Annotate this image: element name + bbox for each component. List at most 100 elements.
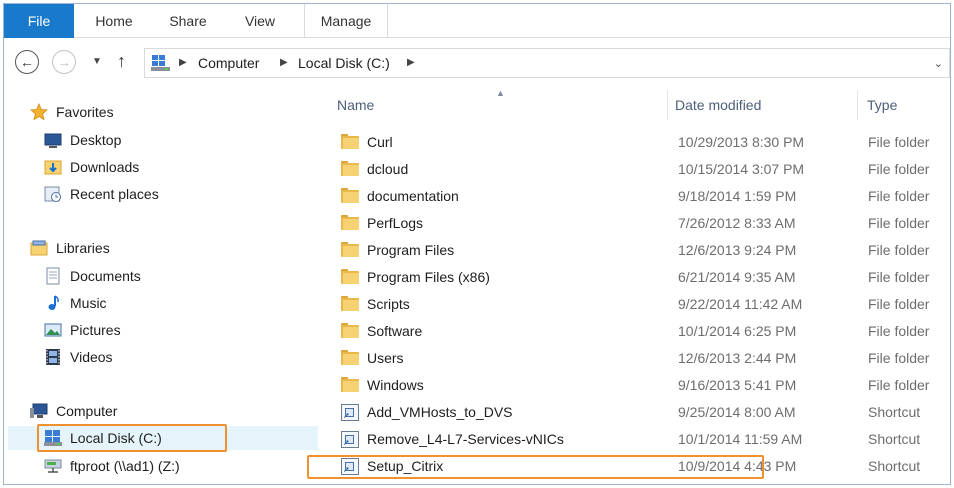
navigation-bar: ← → ▼ ↑ ▶ Computer ▶ Local Disk (C:) ▶ ⌄	[4, 44, 950, 80]
file-name: Remove_L4-L7-Services-vNICs	[367, 431, 564, 447]
file-type: File folder	[868, 242, 930, 258]
breadcrumb-computer[interactable]: Computer	[198, 55, 259, 71]
recent-places-icon	[44, 186, 61, 202]
nav-item-ftproot[interactable]: ftproot (\\ad1) (Z:)	[44, 454, 284, 478]
file-date-modified: 10/29/2013 8:30 PM	[678, 134, 805, 150]
file-date-modified: 10/15/2014 3:07 PM	[678, 161, 805, 177]
file-name: Curl	[367, 134, 393, 150]
file-date-modified: 10/1/2014 11:59 AM	[678, 431, 803, 447]
music-icon	[48, 295, 59, 310]
nav-libraries[interactable]: Libraries	[30, 236, 230, 260]
file-name: Scripts	[367, 296, 410, 312]
tab-file[interactable]: File	[4, 4, 74, 38]
address-history-dropdown[interactable]: ⌄	[934, 57, 943, 70]
file-row[interactable]: documentation 9/18/2014 1:59 PM File folde…	[322, 183, 950, 210]
column-divider[interactable]	[857, 90, 858, 120]
column-header-date-modified[interactable]: Date modified	[675, 90, 761, 120]
nav-item-recent-places[interactable]: Recent places	[44, 182, 244, 206]
file-name: Users	[367, 350, 404, 366]
tab-manage[interactable]: Manage	[304, 4, 388, 38]
nav-item-music[interactable]: Music	[44, 291, 244, 315]
file-name: Add_VMHosts_to_DVS	[367, 404, 513, 420]
file-date-modified: 9/16/2013 5:41 PM	[678, 377, 797, 393]
explorer-window: File Home Share View Manage ← → ▼ ↑ ▶ Co…	[3, 3, 951, 485]
documents-icon	[46, 267, 60, 285]
file-type: File folder	[868, 215, 930, 231]
nav-item-documents[interactable]: Documents	[44, 264, 244, 288]
file-date-modified: 12/6/2013 9:24 PM	[678, 242, 797, 258]
file-row[interactable]: Curl 10/29/2013 8:30 PM File folder	[322, 129, 950, 156]
file-name: Program Files	[367, 242, 455, 258]
navigation-pane: Favorites Desktop Downloads Recent place…	[4, 90, 322, 484]
videos-icon	[46, 349, 60, 365]
nav-favorites[interactable]: Favorites	[30, 100, 230, 124]
ribbon: File Home Share View Manage	[4, 4, 950, 38]
file-type: Shortcut	[868, 431, 921, 447]
file-row[interactable]: dcloud 10/15/2014 3:07 PM File folder	[322, 156, 950, 183]
file-name: documentation	[367, 188, 459, 204]
chevron-right-icon[interactable]: ▶	[179, 57, 187, 68]
nav-label: Documents	[70, 268, 141, 284]
folder-icon	[341, 296, 359, 313]
file-row[interactable]: Scripts 9/22/2014 11:42 AM File folder	[322, 291, 950, 318]
file-type: File folder	[868, 296, 930, 312]
folder-icon	[341, 269, 359, 286]
nav-item-videos[interactable]: Videos	[44, 345, 244, 369]
nav-computer[interactable]: Computer	[30, 399, 230, 423]
chevron-right-icon[interactable]: ▶	[280, 57, 288, 68]
tab-share[interactable]: Share	[156, 4, 220, 38]
nav-label: Computer	[56, 403, 118, 419]
file-row[interactable]: Program Files (x86) 6/21/2014 9:35 AM File…	[322, 264, 950, 291]
shortcut-icon: ➚	[341, 404, 359, 421]
file-date-modified: 9/18/2014 1:59 PM	[678, 188, 797, 204]
chevron-down-icon: ▼	[92, 56, 102, 67]
file-row[interactable]: ➚ Add_VMHosts_to_DVS 9/25/2014 8:00 AM Shor…	[322, 399, 950, 426]
shortcut-icon: ➚	[341, 431, 359, 448]
file-row[interactable]: Users 12/6/2013 2:44 PM File folder	[322, 345, 950, 372]
file-row[interactable]: Program Files 12/6/2013 9:24 PM File folde…	[322, 237, 950, 264]
file-date-modified: 12/6/2013 2:44 PM	[678, 350, 797, 366]
file-date-modified: 10/1/2014 6:25 PM	[678, 323, 797, 339]
file-name: dcloud	[367, 161, 409, 177]
recent-locations-button[interactable]: ▼	[92, 56, 102, 67]
downloads-folder-icon	[44, 160, 62, 175]
nav-label: Recent places	[70, 186, 159, 202]
tab-view[interactable]: View	[230, 4, 290, 38]
nav-item-pictures[interactable]: Pictures	[44, 318, 244, 342]
chevron-right-icon[interactable]: ▶	[407, 57, 415, 68]
arrow-right-icon: →	[57, 54, 71, 70]
address-bar[interactable]: ▶ Computer ▶ Local Disk (C:) ▶ ⌄	[144, 48, 950, 78]
folder-icon	[341, 350, 359, 367]
chevron-down-icon: ⌄	[933, 58, 943, 70]
nav-label: Videos	[70, 349, 113, 365]
column-header-type[interactable]: Type	[867, 90, 897, 120]
nav-item-downloads[interactable]: Downloads	[44, 155, 244, 179]
forward-button[interactable]: →	[52, 50, 76, 74]
file-row[interactable]: Windows 9/16/2013 5:41 PM File folder	[322, 372, 950, 399]
file-row[interactable]: Software 10/1/2014 6:25 PM File folder	[322, 318, 950, 345]
folder-icon	[341, 134, 359, 151]
breadcrumb-local-disk[interactable]: Local Disk (C:)	[298, 55, 390, 71]
folder-icon	[341, 188, 359, 205]
file-date-modified: 9/22/2014 11:42 AM	[678, 296, 803, 312]
file-date-modified: 6/21/2014 9:35 AM	[678, 269, 796, 285]
file-type: File folder	[868, 134, 930, 150]
back-button[interactable]: ←	[15, 50, 39, 74]
tab-home[interactable]: Home	[82, 4, 146, 38]
column-header-name[interactable]: Name	[337, 90, 374, 120]
computer-icon	[151, 55, 170, 71]
nav-item-desktop[interactable]: Desktop	[44, 128, 244, 152]
file-row[interactable]: ➚ Remove_L4-L7-Services-vNICs 10/1/2014 11…	[322, 426, 950, 453]
file-date-modified: 9/25/2014 8:00 AM	[678, 404, 796, 420]
folder-icon	[341, 377, 359, 394]
column-divider[interactable]	[667, 90, 668, 120]
nav-label: Libraries	[56, 240, 110, 256]
file-type: File folder	[868, 269, 930, 285]
setup-citrix-highlight	[307, 455, 764, 479]
folder-icon	[341, 215, 359, 232]
up-button[interactable]: ↑	[117, 51, 126, 72]
file-type: File folder	[868, 188, 930, 204]
pictures-icon	[44, 323, 62, 337]
sort-ascending-icon: ▲	[496, 88, 505, 98]
file-row[interactable]: PerfLogs 7/26/2012 8:33 AM File folder	[322, 210, 950, 237]
